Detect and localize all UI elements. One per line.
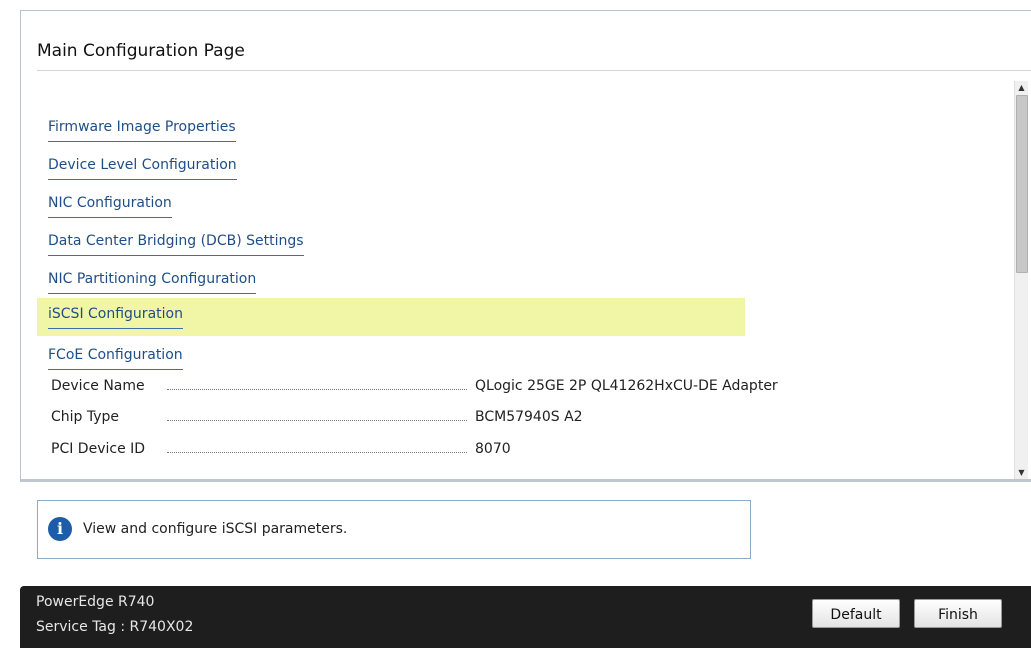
finish-button[interactable]: Finish xyxy=(914,599,1002,628)
scroll-down-arrow-icon[interactable]: ▼ xyxy=(1015,466,1028,479)
leader-dots xyxy=(167,420,467,422)
system-model: PowerEdge R740 xyxy=(36,594,155,610)
help-box: i View and configure iSCSI parameters. xyxy=(37,500,751,559)
menu-item-nic-partitioning-configuration[interactable]: NIC Partitioning Configuration xyxy=(37,263,745,301)
info-row-pci-device-id: PCI Device ID 8070 xyxy=(37,435,997,465)
info-value: QLogic 25GE 2P QL41262HxCU-DE Adapter xyxy=(475,378,778,394)
menu-link-label[interactable]: iSCSI Configuration xyxy=(48,306,183,329)
content-panel: Main Configuration Page Firmware Image P… xyxy=(21,11,1031,480)
menu-item-device-level-configuration[interactable]: Device Level Configuration xyxy=(37,149,745,187)
info-row-chip-type: Chip Type BCM57940S A2 xyxy=(37,403,997,433)
page-title: Main Configuration Page xyxy=(37,41,245,61)
menu-link-label[interactable]: FCoE Configuration xyxy=(48,347,183,370)
menu-link-label[interactable]: NIC Configuration xyxy=(48,195,172,218)
menu-link-label[interactable]: Firmware Image Properties xyxy=(48,119,236,142)
leader-dots xyxy=(167,452,467,454)
info-icon: i xyxy=(48,517,72,541)
leader-dots xyxy=(167,389,467,391)
scroll-thumb[interactable] xyxy=(1016,95,1028,273)
menu-link-label[interactable]: Data Center Bridging (DCB) Settings xyxy=(48,233,304,256)
info-label: PCI Device ID xyxy=(51,441,146,457)
menu-item-nic-configuration[interactable]: NIC Configuration xyxy=(37,187,745,225)
title-divider xyxy=(37,70,1031,71)
info-value: 8070 xyxy=(475,441,511,457)
menu-link-label[interactable]: Device Level Configuration xyxy=(48,157,237,180)
panel-bottom-border xyxy=(20,479,1031,482)
default-button[interactable]: Default xyxy=(812,599,900,628)
scroll-up-arrow-icon[interactable]: ▲ xyxy=(1015,81,1028,94)
menu-item-iscsi-configuration[interactable]: iSCSI Configuration xyxy=(37,298,745,336)
info-label: Device Name xyxy=(51,378,145,394)
menu-item-firmware-image-properties[interactable]: Firmware Image Properties xyxy=(37,111,745,149)
service-tag: Service Tag : R740X02 xyxy=(36,619,194,635)
help-text: View and configure iSCSI parameters. xyxy=(83,521,348,537)
menu-item-dcb-settings[interactable]: Data Center Bridging (DCB) Settings xyxy=(37,225,745,263)
info-label: Chip Type xyxy=(51,409,120,425)
menu-link-label[interactable]: NIC Partitioning Configuration xyxy=(48,271,257,294)
main-window: Main Configuration Page Firmware Image P… xyxy=(0,0,1031,648)
footer-bar: PowerEdge R740 Service Tag : R740X02 Def… xyxy=(20,586,1031,648)
info-row-device-name: Device Name QLogic 25GE 2P QL41262HxCU-D… xyxy=(37,372,997,402)
vertical-scrollbar[interactable]: ▲ ▼ xyxy=(1014,81,1028,479)
info-value: BCM57940S A2 xyxy=(475,409,583,425)
